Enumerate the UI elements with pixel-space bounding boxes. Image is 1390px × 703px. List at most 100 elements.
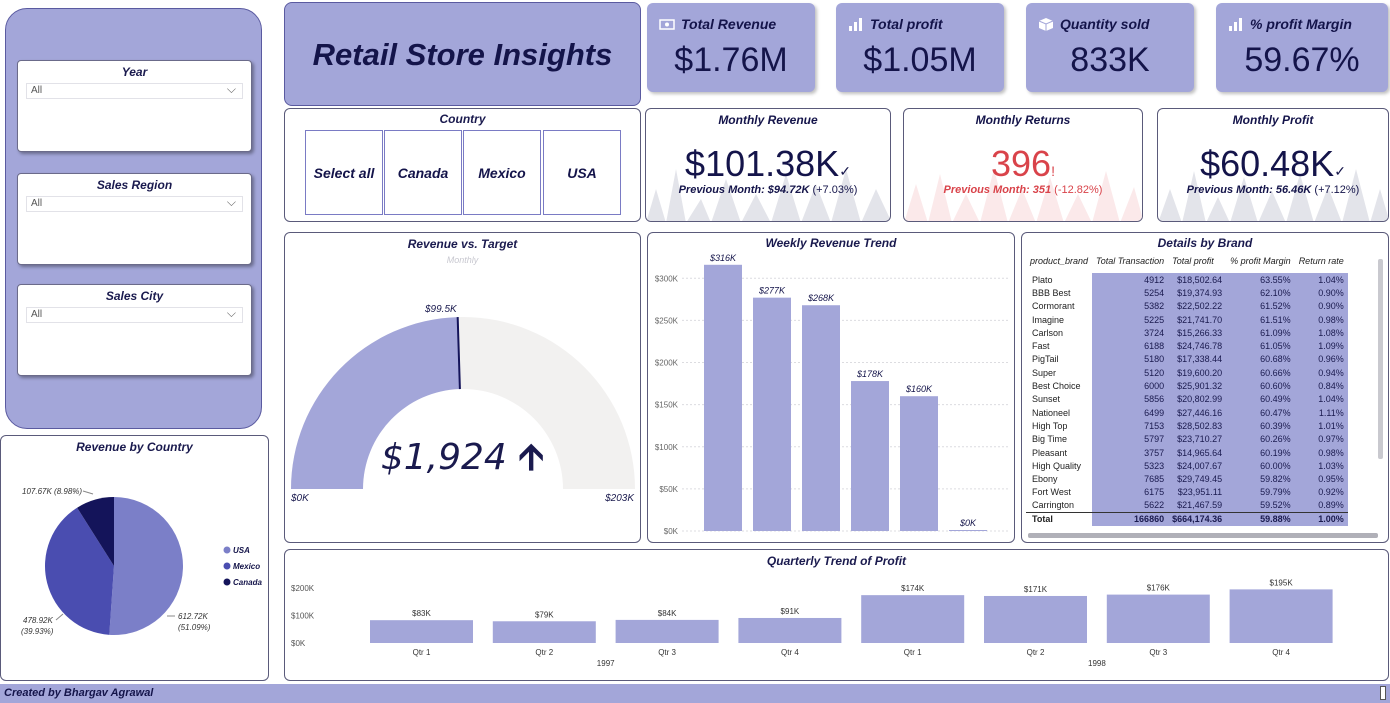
table-cell: 5856 [1092,392,1169,406]
footer-scroll-handle[interactable] [1380,686,1386,700]
gauge-min-label: $0K [291,493,309,504]
monthly-returns-previous: Previous Month: 351 (-12.82%) [904,184,1142,196]
year-slicer[interactable]: Year All ⌵ [17,60,252,152]
region-dropdown[interactable]: All ⌵ [26,195,243,212]
horizontal-scrollbar[interactable] [1028,533,1378,538]
weekly-bar[interactable] [753,297,791,531]
bar-value-label: $174K [901,584,925,593]
table-row[interactable]: Fort West 6175 $23,951.11 59.79% 0.92% [1026,485,1348,500]
kpi-label: Total profit [870,16,943,32]
weekly-bar[interactable] [851,381,889,531]
column-header[interactable]: product_brand [1026,249,1092,273]
table-row[interactable]: Pleasant 3757 $14,965.64 60.19% 0.98% [1026,445,1348,460]
table-cell: $21,741.70 [1168,312,1227,327]
table-cell: 61.09% [1226,326,1295,340]
table-cell: 6188 [1092,339,1169,353]
table-row[interactable]: Ebony 7685 $29,749.45 59.82% 0.95% [1026,472,1348,486]
quarter-bar[interactable] [984,595,1087,643]
table-row[interactable]: High Quality 5323 $24,007.67 60.00% 1.03% [1026,459,1348,473]
city-slicer-title: Sales City [105,289,164,303]
country-select-all-button[interactable]: Select all [305,130,383,215]
city-dropdown[interactable]: All ⌵ [26,306,243,323]
table-cell: 59.79% [1226,485,1295,500]
bar-value-label: $277K [758,286,786,296]
table-cell: 0.94% [1294,366,1348,380]
bar-value-label: $91K [781,607,800,616]
table-cell: 5120 [1092,366,1169,380]
table-row[interactable]: Super 5120 $19,600.20 60.66% 0.94% [1026,366,1348,380]
x-tick-label: Qtr 3 [658,648,676,657]
table-row[interactable]: Imagine 5225 $21,741.70 61.51% 0.98% [1026,312,1348,327]
weekly-bar[interactable] [900,396,938,531]
table-cell: Cormorant [1032,301,1075,312]
column-header[interactable]: % profit Margin [1226,249,1295,273]
city-slicer[interactable]: Sales City All ⌵ [17,284,252,376]
quarter-bar[interactable] [738,617,842,643]
table-row[interactable]: High Top 7153 $28,502.83 60.39% 1.01% [1026,419,1348,433]
pie-slice[interactable] [109,497,184,635]
y-tick-label: $0K [291,639,306,648]
quarter-bar[interactable] [861,595,965,643]
table-row[interactable]: Cormorant 5382 $22,502.22 61.52% 0.90% [1026,299,1348,313]
table-row[interactable]: Plato 4912 $18,502.64 63.55% 1.04% [1026,273,1348,287]
bar-value-label: $195K [1270,578,1294,587]
table-row[interactable]: Best Choice 6000 $25,901.32 60.60% 0.84% [1026,379,1348,393]
kpi-value: $1.05M [863,41,977,79]
quarter-bar[interactable] [615,619,719,643]
gauge-value: $1,924 🡩 [285,431,640,492]
country-mexico-button[interactable]: Mexico [463,130,541,215]
weekly-bar[interactable] [802,305,840,531]
year-dropdown[interactable]: All ⌵ [26,82,243,99]
kpi-total-profit: Total profit $1.05M [836,3,1004,92]
monthly-revenue-amount: $101.38K [685,143,840,184]
region-dropdown-value: All [31,198,43,209]
table-cell: 63.55% [1226,273,1295,287]
quarter-bar[interactable] [1229,589,1333,643]
column-header[interactable]: Return rate [1295,249,1348,273]
table-cell: 61.05% [1226,339,1295,353]
column-header[interactable]: Total Transaction [1092,249,1168,273]
region-slicer[interactable]: Sales Region All ⌵ [17,173,252,265]
legend-label[interactable]: Canada [233,578,262,587]
table-total-cell: Total [1026,511,1093,526]
table-row[interactable]: Carlson 3724 $15,266.33 61.09% 1.08% [1026,326,1348,340]
money-icon [659,19,675,30]
column-header[interactable]: Total profit [1168,249,1226,273]
table-cell: Fast [1032,341,1050,352]
table-cell: $20,802.99 [1168,392,1227,406]
table-row[interactable]: Fast 6188 $24,746.78 61.05% 1.09% [1026,339,1348,353]
monthly-returns-title: Monthly Returns [975,113,1071,127]
weekly-bar[interactable] [949,530,987,531]
table-row[interactable]: Big Time 5797 $23,710.27 60.26% 0.97% [1026,432,1348,446]
pie-data-label: 612.72K [178,612,208,621]
table-cell: Plato [1032,274,1053,285]
table-total-cell: $664,174.36 [1168,511,1227,526]
table-cell: 60.66% [1226,366,1295,380]
table-cell: 1.11% [1294,405,1348,420]
y-tick-label: $50K [659,485,678,494]
revenue-vs-target-gauge: Revenue vs. Target Monthly $99.5K $0K $2… [284,232,641,543]
x-tick-label: Qtr 2 [1027,648,1045,657]
country-canada-button[interactable]: Canada [384,130,462,215]
table-row[interactable]: BBB Best 5254 $19,374.93 62.10% 0.90% [1026,286,1348,300]
weekly-bar[interactable] [704,264,742,531]
table-cell: $28,502.83 [1168,419,1227,433]
table-row[interactable]: Sunset 5856 $20,802.99 60.49% 1.04% [1026,392,1348,406]
pie-data-label: (51.09%) [178,623,211,632]
table-cell: $27,446.16 [1168,405,1227,420]
legend-label[interactable]: USA [233,546,250,555]
table-row[interactable]: PigTail 5180 $17,338.44 60.68% 0.96% [1026,352,1348,367]
table-cell: 60.68% [1226,352,1295,367]
vertical-scrollbar[interactable] [1378,259,1383,459]
quarter-bar[interactable] [492,621,596,643]
quarter-bar[interactable] [370,620,473,643]
table-row[interactable]: Carrington 5622 $21,467.59 59.52% 0.89% [1026,499,1348,513]
change-percent: (+7.03%) [812,184,858,196]
legend-label[interactable]: Mexico [233,562,260,571]
brand-details-card: Details by Brand product_brand Total Tran… [1021,232,1389,543]
country-usa-button[interactable]: USA [543,130,621,215]
table-row[interactable]: Nationeel 6499 $27,446.16 60.47% 1.11% [1026,405,1348,420]
table-cell: 0.98% [1294,312,1348,327]
quarter-bar[interactable] [1106,594,1210,643]
x-tick-label: Qtr 1 [904,648,922,657]
